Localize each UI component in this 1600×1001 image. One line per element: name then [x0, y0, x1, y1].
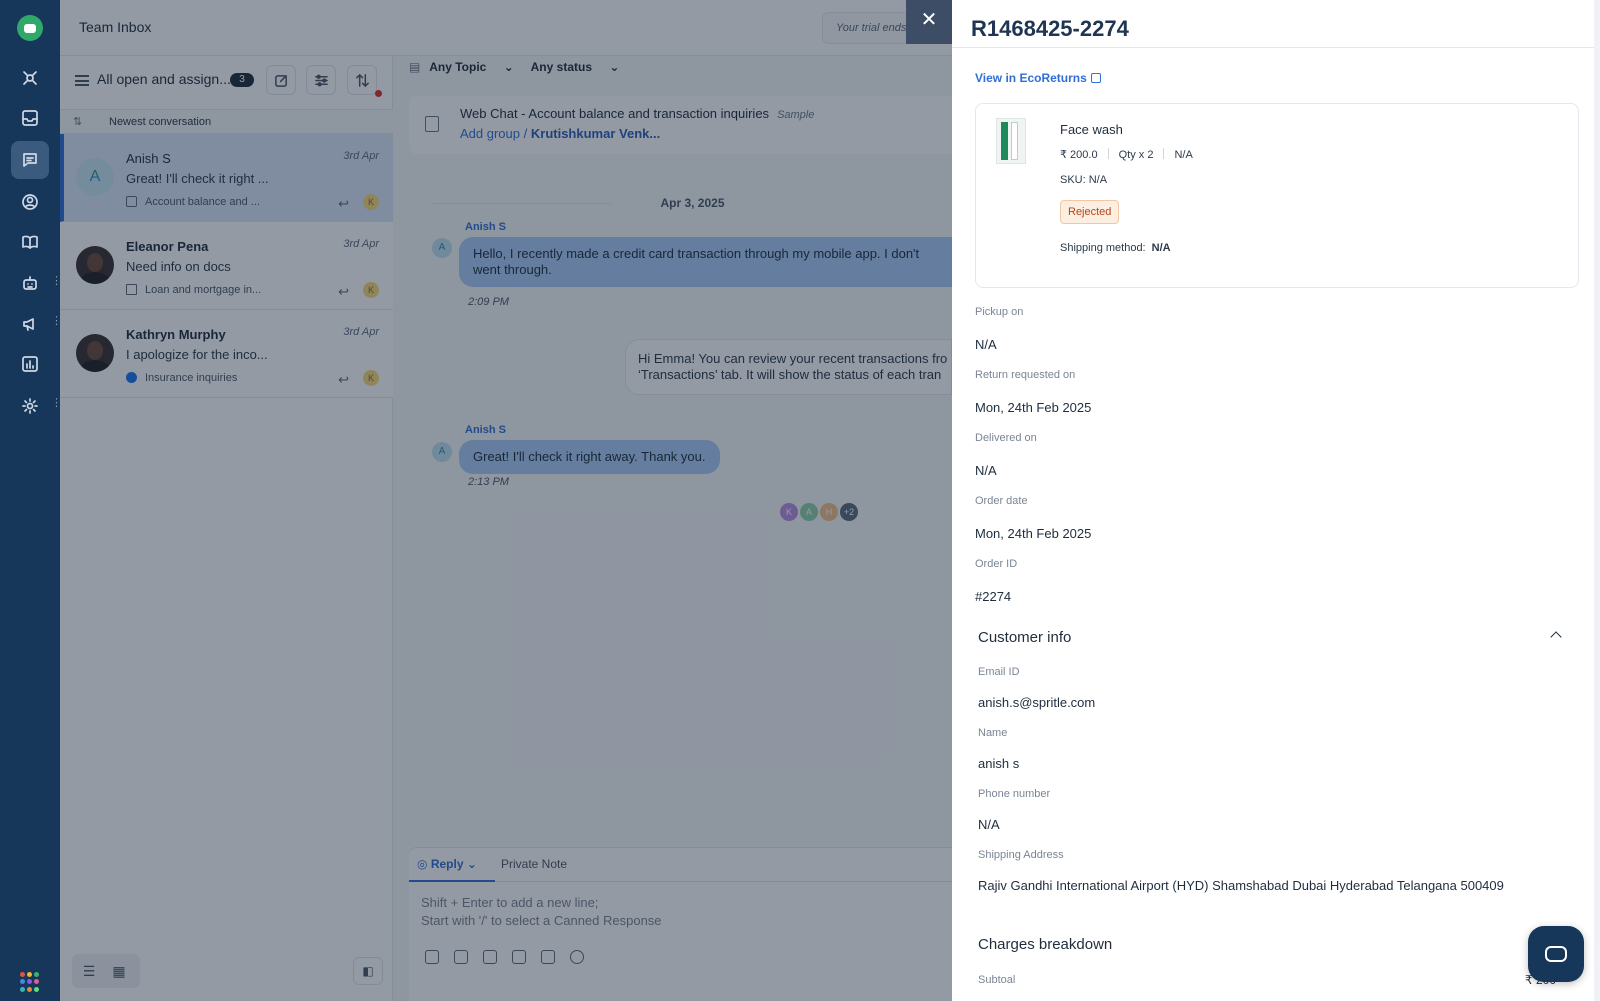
external-link-icon	[1090, 73, 1101, 83]
close-icon: ✕	[920, 9, 938, 31]
delivered-value: N/A	[975, 463, 997, 478]
email-label: Email ID	[978, 666, 1020, 678]
logo-icon[interactable]	[17, 15, 43, 41]
subtotal-label: Subtoal	[978, 974, 1016, 986]
knowledge-icon[interactable]	[11, 223, 49, 261]
pickup-label: Pickup on	[975, 306, 1024, 318]
product-image	[996, 118, 1026, 164]
product-variant: N/A	[1174, 149, 1193, 161]
campaigns-more-icon[interactable]: ⋮	[51, 316, 62, 327]
shipping-method-label: Shipping method:	[1060, 242, 1146, 254]
view-in-ecoreturns-label: View in EcoReturns	[975, 71, 1087, 85]
app-window: ⋮ ⋮ ⋮ Team Inbox Your trial ends in 242 …	[0, 0, 1600, 1001]
shipping-method: Shipping method: N/A	[1060, 242, 1171, 254]
order-id-value: #2274	[975, 589, 1012, 604]
shipping-method-value: N/A	[1151, 242, 1171, 254]
modal-overlay[interactable]	[60, 0, 952, 1001]
product-sku: SKU: N/A	[1060, 174, 1108, 186]
drawer-scrollbar[interactable]	[1594, 0, 1600, 1001]
delivered-label: Delivered on	[975, 432, 1037, 444]
settings-icon[interactable]	[11, 387, 49, 425]
product-name: Face wash	[1060, 122, 1123, 137]
view-in-ecoreturns-link[interactable]: View in EcoReturns	[975, 71, 1101, 85]
settings-more-icon[interactable]: ⋮	[51, 398, 62, 409]
product-qty: Qty x 2	[1118, 149, 1154, 161]
charges-breakdown-title: Charges breakdown	[978, 936, 1113, 953]
email-value: anish.s@spritle.com	[978, 695, 1096, 710]
name-label: Name	[978, 727, 1008, 739]
name-value: anish s	[978, 756, 1020, 771]
shipping-address-value: Rajiv Gandhi International Airport (HYD)…	[978, 878, 1504, 893]
order-date-label: Order date	[975, 495, 1028, 507]
order-id-label: Order ID	[975, 558, 1018, 570]
return-requested-label: Return requested on	[975, 369, 1076, 381]
bot-more-icon[interactable]: ⋮	[51, 276, 62, 287]
status-badge: Rejected	[1060, 200, 1120, 224]
apps-grid-icon[interactable]	[20, 972, 40, 992]
chat-bubble-icon	[1545, 946, 1567, 962]
product-card: Face wash ₹ 200.0 Qty x 2 N/A SKU: N/A Rej…	[975, 103, 1579, 288]
close-drawer-button[interactable]: ✕	[906, 0, 952, 44]
chat-widget-button[interactable]	[1528, 926, 1584, 982]
product-price-line: ₹ 200.0 Qty x 2 N/A	[1060, 148, 1193, 161]
chat-icon[interactable]	[11, 141, 49, 179]
bot-icon[interactable]	[11, 265, 49, 303]
drawer-header: R1468425-2274	[952, 0, 1600, 48]
return-id-title: R1468425-2274	[971, 16, 1129, 41]
contacts-icon[interactable]	[11, 183, 49, 221]
inbox-icon[interactable]	[11, 99, 49, 137]
return-requested-value: Mon, 24th Feb 2025	[975, 400, 1092, 415]
collapse-chevron-icon[interactable]	[1550, 631, 1562, 643]
left-rail: ⋮ ⋮ ⋮	[0, 0, 62, 1001]
shipping-address-label: Shipping Address	[978, 849, 1064, 861]
product-price: ₹ 200.0	[1060, 149, 1098, 161]
order-date-value: Mon, 24th Feb 2025	[975, 526, 1092, 541]
return-details-drawer: R1468425-2274 View in EcoReturns Face wa…	[952, 0, 1600, 1001]
customer-info-title: Customer info	[978, 629, 1072, 646]
campaigns-icon[interactable]	[11, 305, 49, 343]
reports-icon[interactable]	[11, 345, 49, 383]
phone-label: Phone number	[978, 788, 1051, 800]
dashboard-icon[interactable]	[11, 59, 49, 97]
pickup-value: N/A	[975, 337, 997, 352]
phone-value: N/A	[978, 817, 1000, 832]
